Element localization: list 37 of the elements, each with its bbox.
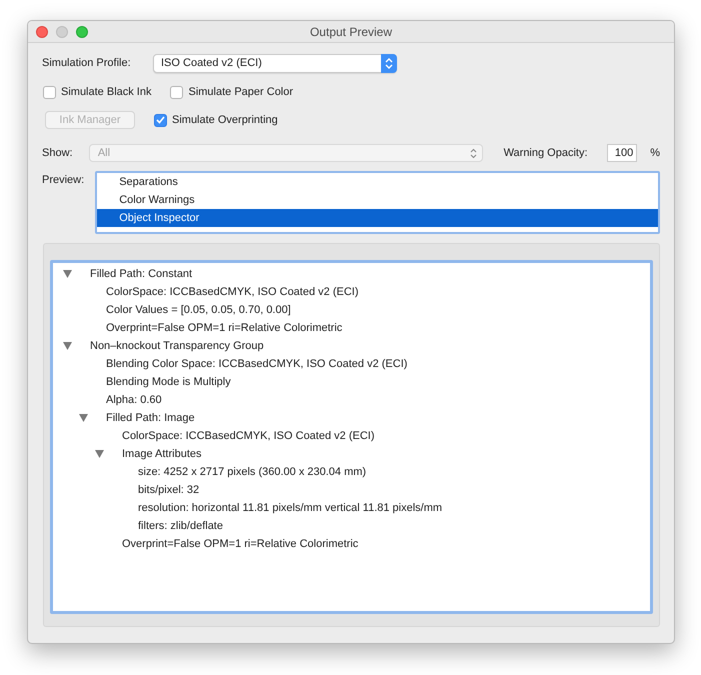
tree-item: Alpha: 0.60 xyxy=(106,392,162,408)
tree-item: Filled Path: Constant xyxy=(90,266,192,282)
checkbox[interactable] xyxy=(170,86,184,98)
tree-item: size: 4252 x 2717 pixels (360.00 x 230.04 mm) xyxy=(138,464,366,480)
checkbox-label: Simulate Paper Color xyxy=(188,84,294,100)
stepper-icon xyxy=(470,148,477,158)
tree-item: Overprint=False OPM=1 ri=Relative Colorimetric xyxy=(106,320,342,336)
list-item[interactable]: Object Inspector xyxy=(97,209,658,227)
unit-label: % xyxy=(650,146,660,161)
stepper-icon xyxy=(381,54,397,72)
field-label: Show: xyxy=(42,146,74,161)
window-title: Output Preview xyxy=(310,24,392,40)
tree-item: Filled Path: Image xyxy=(106,410,195,426)
field-label: Simulation Profile: xyxy=(42,56,132,71)
zoom-button[interactable] xyxy=(76,26,88,38)
tree-item: ColorSpace: ICCBasedCMYK, ISO Coated v2 (ECI) xyxy=(106,284,358,300)
profile-select[interactable]: ISO Coated v2 (ECI) xyxy=(153,54,397,72)
close-button[interactable] xyxy=(36,26,48,38)
field-label: Warning Opacity: xyxy=(504,146,589,161)
list-item[interactable]: Separations xyxy=(97,173,658,191)
tree-item: resolution: horizontal 11.81 pixels/mm vertical 11.81 pixels/mm xyxy=(138,500,442,516)
tree-item: Blending Mode is Multiply xyxy=(106,374,231,390)
field-label: Preview: xyxy=(42,173,86,188)
tree-item: ColorSpace: ICCBasedCMYK, ISO Coated v2 (ECI) xyxy=(122,428,374,444)
opacity-field[interactable]: 100 xyxy=(607,144,638,162)
tree-item: filters: zlib/deflate xyxy=(138,518,223,534)
tree-item: bits/pixel: 32 xyxy=(138,482,200,498)
checkbox-label: Simulate Black Ink xyxy=(61,84,152,100)
checkbox[interactable] xyxy=(43,86,56,98)
checkbox-label: Simulate Overprinting xyxy=(172,112,278,128)
tree-item: Color Values = [0.05, 0.05, 0.70, 0.00] xyxy=(106,302,291,318)
tree-item: Image Attributes xyxy=(122,446,202,462)
tree-item: Blending Color Space: ICCBasedCMYK, ISO Coated v2 (ECI) xyxy=(106,356,408,372)
checkbox[interactable] xyxy=(154,114,167,126)
list-item[interactable]: Color Warnings xyxy=(97,191,658,209)
tree-item: Overprint=False OPM=1 ri=Relative Colorimetric xyxy=(122,536,358,552)
tree-item: Non–knockout Transparency Group xyxy=(90,338,264,354)
